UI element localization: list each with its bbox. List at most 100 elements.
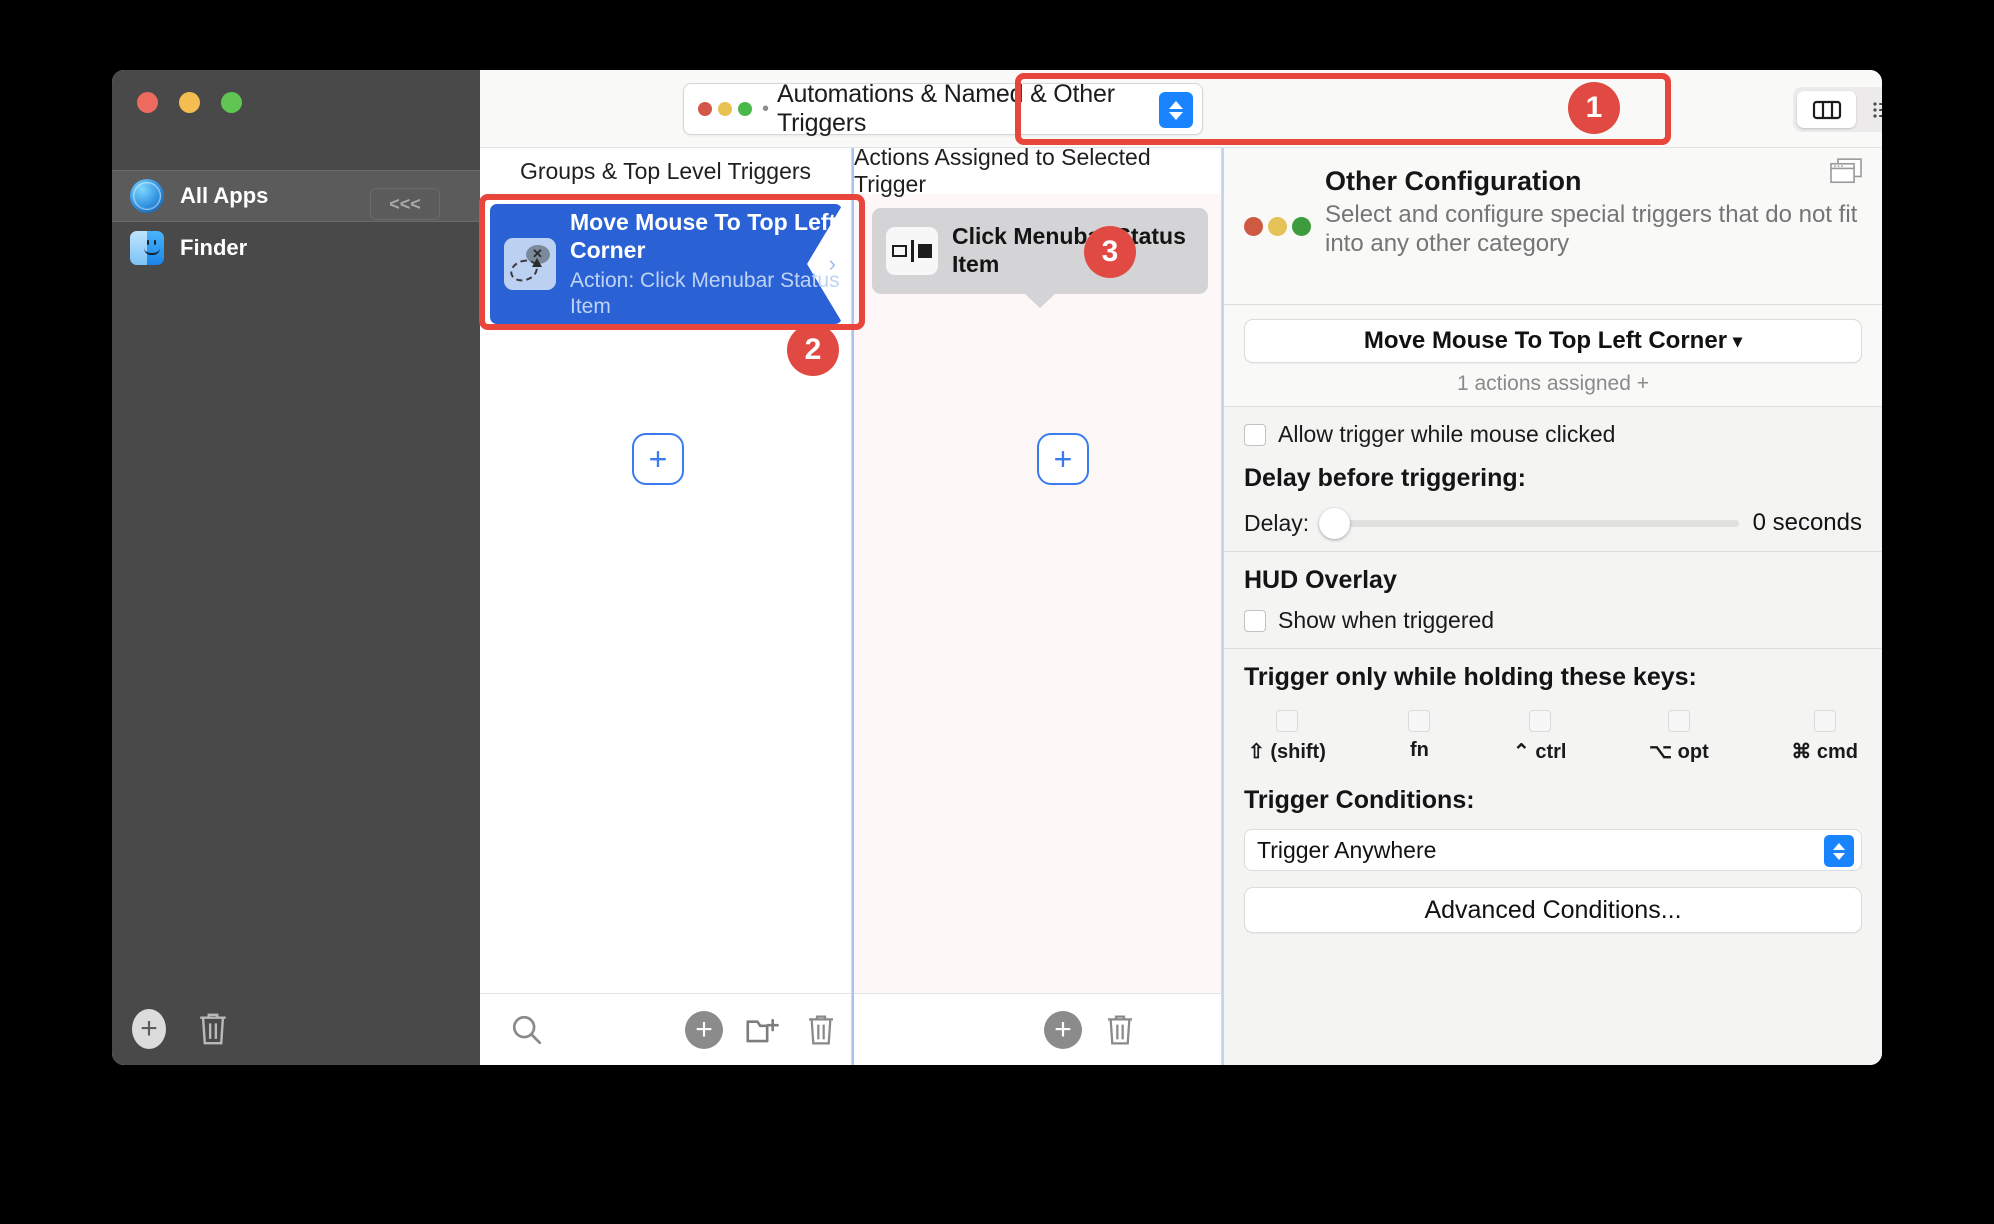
fn-label: fn xyxy=(1409,739,1429,761)
app-window: <<< All Apps Finder + • Automations & Na… xyxy=(112,70,1882,1065)
delay-slider-knob[interactable] xyxy=(1319,507,1351,539)
minimize-button[interactable] xyxy=(179,92,200,113)
trigger-item-title: Move Mouse To Top Left Corner xyxy=(570,209,837,263)
collapse-sidebar-label: <<< xyxy=(389,193,421,214)
new-folder-icon[interactable] xyxy=(745,1013,781,1047)
collapse-sidebar-button[interactable]: <<< xyxy=(370,188,440,220)
delay-label: Delay: xyxy=(1244,509,1310,536)
annotation-badge-3: 3 xyxy=(1084,226,1136,278)
delay-value: 0 seconds xyxy=(1752,509,1862,536)
actions-assigned-label[interactable]: 1 actions assigned + xyxy=(1244,372,1862,396)
annotation-badge-1: 1 xyxy=(1568,82,1620,134)
column-view-button[interactable] xyxy=(1797,91,1856,128)
modifier-key-shift[interactable]: ⇧ (shift) xyxy=(1248,710,1326,764)
allow-trigger-section: Allow trigger while mouse clicked Delay … xyxy=(1224,407,1882,552)
opt-label: ⌥ opt xyxy=(1649,741,1709,763)
trigger-list-item[interactable]: Move Mouse To Top Left Corner Action: Cl… xyxy=(490,204,842,324)
main-area: • Automations & Named & Other Triggers 1 xyxy=(479,70,1882,1065)
trigger-select-value: Move Mouse To Top Left Corner xyxy=(1363,327,1728,354)
opt-checkbox[interactable] xyxy=(1667,710,1690,732)
add-icon[interactable]: + xyxy=(132,1009,166,1049)
add-trigger-button[interactable]: + xyxy=(632,433,684,485)
fn-checkbox[interactable] xyxy=(1408,710,1431,732)
keys-section-title: Trigger only while holding these keys: xyxy=(1244,663,1697,691)
cmd-checkbox[interactable] xyxy=(1813,710,1836,732)
delay-slider[interactable] xyxy=(1319,507,1739,539)
allow-trigger-checkbox[interactable] xyxy=(1244,423,1266,446)
traffic-lights xyxy=(112,70,480,118)
modifier-keys-row: ⇧ (shift) fn ⌃ ctrl ⌥ opt ⌘ cmd xyxy=(1244,710,1862,764)
column-view-icon xyxy=(1812,100,1841,119)
view-mode-segmented-control[interactable] xyxy=(1793,87,1882,132)
sidebar-item-label: All Apps xyxy=(180,183,269,208)
add-icon[interactable]: + xyxy=(685,1010,723,1049)
sidebar-item-label: Finder xyxy=(180,235,248,260)
preset-stepper-icon[interactable] xyxy=(1159,92,1193,128)
add-action-button[interactable]: + xyxy=(1037,433,1089,485)
trash-icon[interactable] xyxy=(1104,1012,1136,1048)
conditions-stepper-icon[interactable] xyxy=(1824,835,1854,867)
trigger-item-subtitle: Action: Click Menubar Status Item xyxy=(570,269,840,318)
show-when-triggered-checkbox[interactable] xyxy=(1244,609,1266,632)
finder-icon xyxy=(130,231,164,265)
preset-popup-label: Automations & Named & Other Triggers xyxy=(777,80,1115,137)
chevron-down-icon: ▾ xyxy=(1733,330,1743,351)
columns-body: Groups & Top Level Triggers Move Mouse T… xyxy=(479,144,1882,1065)
hud-section-title: HUD Overlay xyxy=(1244,566,1397,594)
trigger-conditions-value: Trigger Anywhere xyxy=(1257,836,1437,863)
preset-bullet: • xyxy=(762,97,770,120)
trigger-select[interactable]: Move Mouse To Top Left Corner ▾ xyxy=(1244,319,1862,363)
sidebar: <<< All Apps Finder + xyxy=(112,70,480,1065)
inspector-description: Select and configure special triggers th… xyxy=(1325,201,1858,258)
inspector-status-dots xyxy=(1244,166,1311,286)
hud-overlay-section: HUD Overlay Show when triggered xyxy=(1224,552,1882,649)
mouse-move-icon xyxy=(504,238,556,290)
actions-column-body: Click Menubar Status Item 3 + xyxy=(854,194,1221,993)
shift-checkbox[interactable] xyxy=(1275,710,1298,732)
delay-section-title: Delay before triggering: xyxy=(1244,464,1526,492)
modifier-key-fn[interactable]: fn xyxy=(1408,710,1431,764)
trash-icon[interactable] xyxy=(196,1010,230,1048)
advanced-conditions-button[interactable]: Advanced Conditions... xyxy=(1244,887,1862,933)
close-button[interactable] xyxy=(137,92,158,113)
add-icon[interactable]: + xyxy=(1044,1010,1082,1049)
ctrl-label: ⌃ ctrl xyxy=(1513,741,1567,763)
modifier-key-cmd[interactable]: ⌘ cmd xyxy=(1791,710,1858,764)
modifier-key-ctrl[interactable]: ⌃ ctrl xyxy=(1513,710,1566,764)
action-item-title: Click Menubar Status Item xyxy=(952,223,1186,277)
zoom-button[interactable] xyxy=(221,92,242,113)
modifier-key-opt[interactable]: ⌥ opt xyxy=(1649,710,1709,764)
action-list-item[interactable]: Click Menubar Status Item xyxy=(872,208,1208,294)
actions-column-footer: + xyxy=(854,993,1221,1065)
preset-status-dots xyxy=(698,102,752,116)
actions-column-header: Actions Assigned to Selected Trigger xyxy=(854,144,1221,197)
allow-trigger-label: Allow trigger while mouse clicked xyxy=(1278,421,1616,447)
chevron-right-icon: › xyxy=(828,251,836,276)
list-view-button[interactable] xyxy=(1856,91,1882,128)
preset-popup-button[interactable]: • Automations & Named & Other Triggers xyxy=(683,80,1203,137)
sidebar-footer: + xyxy=(112,993,480,1065)
inspector-header: Other Configuration Select and configure… xyxy=(1224,148,1882,305)
groups-column-header: Groups & Top Level Triggers xyxy=(480,148,851,194)
trash-icon[interactable] xyxy=(805,1012,837,1048)
inspector-title: Other Configuration xyxy=(1325,166,1582,196)
conditions-section-title: Trigger Conditions: xyxy=(1244,786,1475,814)
ctrl-checkbox[interactable] xyxy=(1528,710,1551,732)
groups-column-body: Move Mouse To Top Left Corner Action: Cl… xyxy=(480,194,851,993)
toolbar: • Automations & Named & Other Triggers 1 xyxy=(480,70,1882,148)
groups-column: Groups & Top Level Triggers Move Mouse T… xyxy=(479,148,865,1065)
sidebar-list: All Apps Finder xyxy=(112,170,480,274)
advanced-conditions-label: Advanced Conditions... xyxy=(1424,895,1682,924)
trigger-conditions-select[interactable]: Trigger Anywhere xyxy=(1244,829,1862,871)
search-icon[interactable] xyxy=(510,1013,544,1047)
menubar-status-item-icon xyxy=(886,227,938,275)
modifier-keys-section: Trigger only while holding these keys: ⇧… xyxy=(1224,649,1882,947)
show-when-triggered-label: Show when triggered xyxy=(1278,607,1495,633)
trigger-select-section: Move Mouse To Top Left Corner ▾ 1 action… xyxy=(1224,305,1882,407)
annotation-badge-2: 2 xyxy=(787,324,839,376)
cmd-label: ⌘ cmd xyxy=(1791,741,1858,763)
windows-icon[interactable] xyxy=(1828,158,1864,188)
list-view-icon xyxy=(1872,101,1882,118)
globe-icon xyxy=(130,179,164,213)
sidebar-item-finder[interactable]: Finder xyxy=(112,222,480,274)
